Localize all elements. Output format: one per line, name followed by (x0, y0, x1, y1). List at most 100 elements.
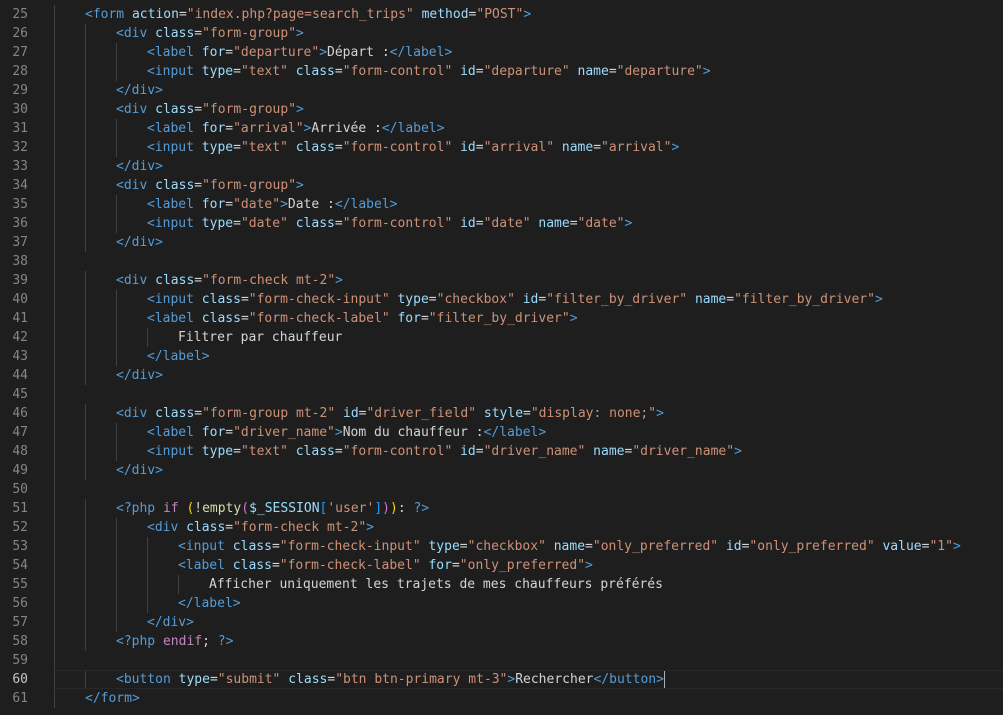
indent-guide (54, 575, 55, 594)
code-token: id (460, 216, 476, 231)
code-text: </div> (147, 613, 194, 632)
code-token: > (569, 311, 578, 326)
code-line[interactable]: 50 (0, 480, 1003, 499)
code-line[interactable]: 27 <label for="departure">Départ :</label… (0, 43, 1003, 62)
code-token: <input (147, 140, 194, 155)
code-token: <label (147, 197, 194, 212)
code-token: > (366, 520, 374, 535)
code-token: <div (116, 178, 148, 193)
indent-guide (116, 328, 117, 347)
code-line[interactable]: 42 Filtrer par chauffeur (0, 328, 1003, 347)
code-line[interactable]: 30 <div class="form-group"> (0, 100, 1003, 119)
code-line[interactable]: 51 <?php if (!empty($_SESSION['user'])): … (0, 499, 1003, 518)
code-token: "only_preferred" (459, 558, 586, 573)
line-number: 44 (12, 368, 28, 383)
code-token: "departure" (483, 64, 570, 79)
code-token: </div> (116, 463, 163, 478)
code-token: class (201, 292, 241, 307)
code-token: for (201, 45, 226, 60)
code-line[interactable]: 60 <button type="submit" class="btn btn-p… (0, 670, 1003, 689)
code-line[interactable]: 38 (0, 252, 1003, 271)
code-token: "form-check-input" (279, 539, 421, 554)
indent-guide (85, 613, 86, 632)
line-number: 50 (12, 482, 28, 497)
indent-guide (85, 423, 86, 442)
code-line[interactable]: 36 <input type="date" class="form-control… (0, 214, 1003, 233)
code-line[interactable]: 54 <label class="form-check-label" for="o… (0, 556, 1003, 575)
line-number: 39 (12, 273, 28, 288)
code-line[interactable]: 33 </div> (0, 157, 1003, 176)
code-token: = (475, 444, 484, 459)
code-line[interactable]: 39 <div class="form-check mt-2"> (0, 271, 1003, 290)
line-number: 48 (12, 444, 28, 459)
code-line[interactable]: 56 </label> (0, 594, 1003, 613)
code-line[interactable]: 45 (0, 385, 1003, 404)
indent-guide (116, 119, 117, 138)
code-token: </button> (593, 672, 664, 687)
code-line[interactable]: 58 <?php endif; ?> (0, 632, 1003, 651)
indent-guide (116, 537, 117, 556)
text-cursor (663, 671, 665, 688)
code-text: </div> (116, 366, 163, 385)
code-line[interactable]: 47 <label for="driver_name">Nom du chauff… (0, 423, 1003, 442)
code-line[interactable]: 52 <div class="form-check mt-2"> (0, 518, 1003, 537)
code-text: <label for="departure">Départ :</label> (147, 43, 452, 62)
code-token: > (874, 292, 883, 307)
line-number: 27 (12, 45, 28, 60)
code-line[interactable]: 57 </div> (0, 613, 1003, 632)
line-number: 45 (12, 387, 28, 402)
code-line[interactable]: 31 <label for="arrival">Arrivée :</label> (0, 119, 1003, 138)
line-number: 61 (12, 691, 28, 706)
code-token: "form-control" (342, 64, 453, 79)
indent-guide (85, 518, 86, 537)
code-line[interactable]: 43 </label> (0, 347, 1003, 366)
code-line[interactable]: 35 <label for="date">Date :</label> (0, 195, 1003, 214)
code-line[interactable]: 25 <form action="index.php?page=search_tr… (0, 5, 1003, 24)
indent-guide (85, 328, 86, 347)
code-text: </div> (116, 157, 163, 176)
code-line[interactable]: 28 <input type="text" class="form-control… (0, 62, 1003, 81)
code-token: "date" (240, 216, 288, 231)
code-line[interactable]: 37 </div> (0, 233, 1003, 252)
code-line[interactable]: 26 <div class="form-group"> (0, 24, 1003, 43)
code-text: </label> (178, 594, 241, 613)
indent-guide (85, 119, 86, 138)
code-line[interactable]: 59 (0, 651, 1003, 670)
indent-guide (54, 613, 55, 632)
code-text: <label for="date">Date :</label> (147, 195, 398, 214)
code-token: <button (116, 672, 171, 687)
code-editor[interactable]: 25 <form action="index.php?page=search_tr… (0, 0, 1003, 715)
code-line[interactable]: 61 </form> (0, 689, 1003, 708)
code-line[interactable]: 29 </div> (0, 81, 1003, 100)
code-token: Arrivée : (311, 121, 382, 136)
code-line[interactable]: 34 <div class="form-group"> (0, 176, 1003, 195)
code-token: > (523, 7, 532, 22)
code-token: "form-control" (342, 140, 453, 155)
code-line[interactable]: 46 <div class="form-group mt-2" id="drive… (0, 404, 1003, 423)
line-number: 37 (12, 235, 28, 250)
indent-guide (116, 518, 117, 537)
code-token: = (194, 178, 203, 193)
indent-guide (54, 651, 55, 670)
code-line[interactable]: 40 <input class="form-check-input" type="… (0, 290, 1003, 309)
indent-guide (85, 157, 86, 176)
indent-guide (116, 442, 117, 461)
code-line[interactable]: 44 </div> (0, 366, 1003, 385)
code-text: <input type="text" class="form-control" … (147, 62, 711, 81)
code-line[interactable]: 53 <input class="form-check-input" type="… (0, 537, 1003, 556)
code-line[interactable]: 41 <label class="form-check-label" for="f… (0, 309, 1003, 328)
code-token: ) (389, 501, 398, 516)
code-token: > (296, 178, 304, 193)
code-token: type (397, 292, 429, 307)
code-line[interactable]: 48 <input type="text" class="form-control… (0, 442, 1003, 461)
code-line[interactable]: 49 </div> (0, 461, 1003, 480)
code-line[interactable]: 32 <input type="text" class="form-control… (0, 138, 1003, 157)
code-line[interactable]: 55 Afficher uniquement les trajets de mes… (0, 575, 1003, 594)
code-token: "driver_name" (632, 444, 735, 459)
indent-guide (85, 195, 86, 214)
